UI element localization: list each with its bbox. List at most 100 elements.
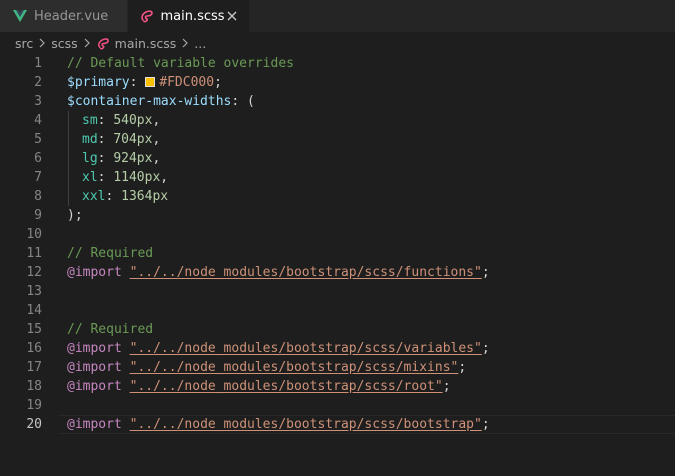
code-line[interactable]: 5 md: 704px,	[0, 130, 675, 149]
token-punc: ;	[442, 379, 451, 394]
line-number: 16	[26, 341, 42, 356]
breadcrumb-scss[interactable]: scss	[51, 36, 77, 51]
token-key: xl	[82, 170, 98, 185]
token-punc: ;	[458, 360, 467, 375]
indent-guide	[68, 168, 82, 187]
close-icon[interactable]	[225, 8, 239, 24]
code-line[interactable]: 9);	[0, 206, 675, 225]
code-line[interactable]: 15 // Required	[0, 320, 675, 339]
tab-header-vue[interactable]: Header.vue	[0, 0, 128, 32]
breadcrumb-main-scss[interactable]: main.scss	[115, 36, 177, 51]
code-line[interactable]: 13	[0, 282, 675, 301]
line-number: 11	[26, 246, 42, 261]
line-content	[58, 396, 675, 415]
token-punc: );	[67, 208, 83, 223]
sass-icon	[96, 35, 112, 51]
line-number: 7	[34, 170, 42, 185]
code-line[interactable]: 4 sm: 540px,	[0, 111, 675, 130]
chevron-right-icon	[177, 35, 193, 51]
token-key: md	[82, 132, 98, 147]
line-content: md: 704px,	[58, 130, 675, 149]
token-punc: :	[97, 113, 114, 128]
breadcrumb-src[interactable]: src	[15, 36, 33, 51]
token-punc: :	[97, 170, 114, 185]
line-number: 5	[34, 132, 42, 147]
breadcrumb-ellipsis[interactable]: ...	[194, 36, 206, 51]
line-content	[58, 301, 675, 320]
token-num: 540px	[113, 113, 153, 128]
line-number: 18	[26, 379, 42, 394]
token-punc	[122, 265, 130, 280]
code-line[interactable]: 1 // Default variable overrides	[0, 54, 675, 73]
code-line[interactable]: 11 // Required	[0, 244, 675, 263]
code-line[interactable]: 10	[0, 225, 675, 244]
line-number: 13	[26, 284, 42, 299]
code-line[interactable]: 6 lg: 924px,	[0, 149, 675, 168]
line-number: 8	[34, 189, 42, 204]
token-var: $container-max-widths	[67, 94, 232, 109]
code-line[interactable]: 2 $primary: #FDC000;	[0, 73, 675, 92]
token-str: "../../node_modules/bootstrap/scss/boots…	[129, 417, 482, 432]
token-punc: ;	[214, 75, 222, 90]
code-line[interactable]: 19	[0, 396, 675, 415]
color-swatch[interactable]	[145, 77, 156, 87]
token-var: $primary	[67, 75, 130, 90]
token-punc: ;	[481, 341, 490, 356]
line-number: 10	[26, 227, 42, 242]
code-line[interactable]: 20 @import "../../node_modules/bootstrap/…	[0, 415, 675, 434]
token-comment: // Default variable overrides	[67, 56, 294, 71]
token-punc: ,	[152, 151, 161, 166]
line-content: // Default variable overrides	[58, 54, 675, 73]
line-content: xxl: 1364px	[58, 187, 675, 206]
editor-tab-bar: Header.vue main.scss	[0, 0, 675, 32]
code-line[interactable]: 16 @import "../../node_modules/bootstrap/…	[0, 339, 675, 358]
line-number: 19	[26, 398, 42, 413]
token-punc: ;	[481, 265, 490, 280]
line-content	[58, 282, 675, 301]
code-editor[interactable]: 1 // Default variable overrides 2 $primary:…	[0, 54, 675, 476]
code-line[interactable]: 3 $container-max-widths: (	[0, 92, 675, 111]
line-number: 6	[34, 151, 42, 166]
token-key: sm	[82, 113, 98, 128]
code-line[interactable]: 14	[0, 301, 675, 320]
line-content: $container-max-widths: (	[58, 92, 675, 111]
chevron-right-icon	[79, 35, 95, 51]
indent-guide	[68, 130, 82, 149]
token-punc: ;	[481, 417, 490, 432]
token-at: @import	[67, 379, 122, 394]
code-line[interactable]: 18 @import "../../node_modules/bootstrap/…	[0, 377, 675, 396]
token-punc: ,	[152, 113, 161, 128]
token-str: "../../node_modules/bootstrap/scss/funct…	[129, 265, 482, 280]
vue-icon	[12, 8, 28, 24]
token-num: 1364px	[121, 189, 169, 204]
code-line[interactable]: 17 @import "../../node_modules/bootstrap/…	[0, 358, 675, 377]
line-number: 14	[26, 303, 42, 318]
token-at: @import	[67, 417, 122, 432]
token-punc: : (	[231, 94, 255, 109]
token-punc: :	[129, 75, 146, 90]
token-key: xxl	[82, 189, 106, 204]
code-line[interactable]: 12 @import "../../node_modules/bootstrap/…	[0, 263, 675, 282]
line-number: 2	[34, 75, 42, 90]
token-key: lg	[82, 151, 98, 166]
line-number: 12	[26, 265, 42, 280]
code-line[interactable]: 8 xxl: 1364px	[0, 187, 675, 206]
line-number: 20	[26, 417, 42, 432]
token-num: 704px	[113, 132, 153, 147]
tab-main-scss[interactable]: main.scss	[128, 0, 249, 32]
line-number: 9	[34, 208, 42, 223]
line-content: // Required	[58, 244, 675, 263]
code-line[interactable]: 7 xl: 1140px,	[0, 168, 675, 187]
token-comment: // Required	[67, 246, 154, 261]
tab-label: main.scss	[160, 8, 225, 24]
indent-guide	[68, 111, 82, 130]
token-num: 1140px	[113, 170, 161, 185]
token-at: @import	[67, 360, 122, 375]
line-number: 17	[26, 360, 42, 375]
line-number: 4	[34, 113, 42, 128]
sass-icon	[140, 8, 154, 24]
tab-label: Header.vue	[34, 8, 109, 24]
indent-guide	[68, 149, 82, 168]
line-content: );	[58, 206, 675, 225]
breadcrumb: src scss main.scss ...	[0, 32, 675, 54]
